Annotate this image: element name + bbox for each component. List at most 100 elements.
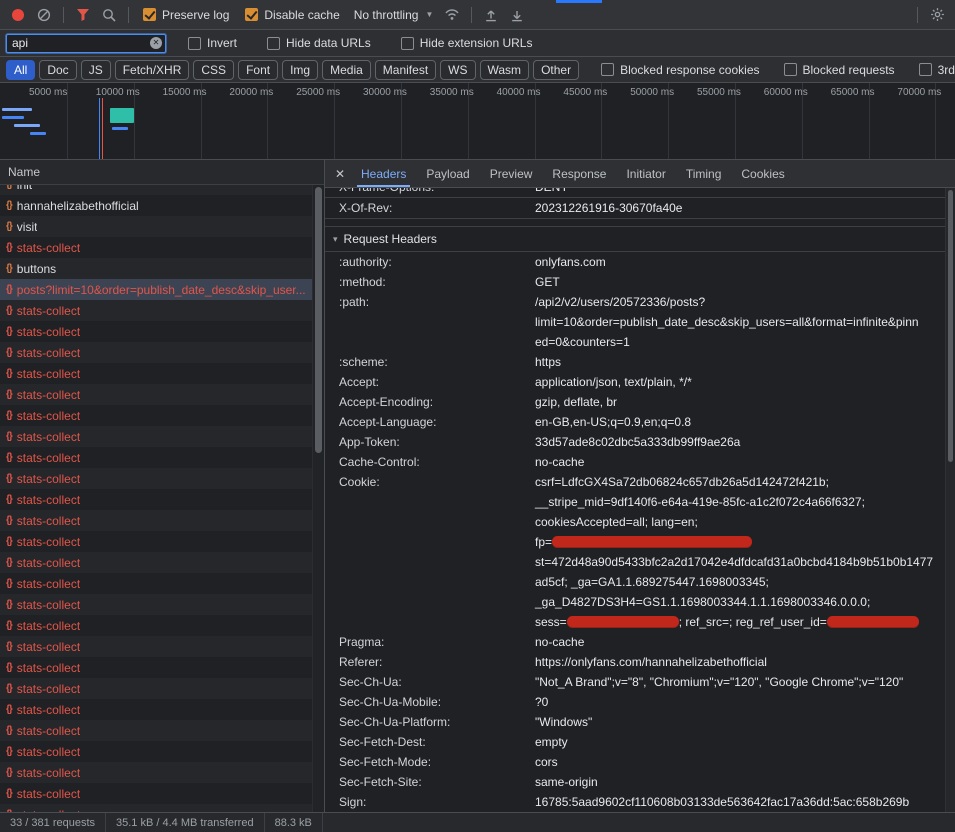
network-toolbar: Preserve log Disable cache No throttling … <box>0 0 955 30</box>
3rd-party-requests-checkbox[interactable]: 3rd-party requests <box>919 63 955 77</box>
filter-chip-css[interactable]: CSS <box>193 60 234 80</box>
filter-chip-ws[interactable]: WS <box>440 60 475 80</box>
request-row[interactable]: {}stats-collect <box>0 657 312 678</box>
filter-chip-js[interactable]: JS <box>81 60 111 80</box>
request-row[interactable]: {}stats-collect <box>0 678 312 699</box>
request-row[interactable]: {}stats-collect <box>0 237 312 258</box>
request-row[interactable]: {}posts?limit=10&order=publish_date_desc… <box>0 279 312 300</box>
filter-chip-media[interactable]: Media <box>322 60 371 80</box>
request-row[interactable]: {}stats-collect <box>0 384 312 405</box>
filter-chip-fetch-xhr[interactable]: Fetch/XHR <box>115 60 190 80</box>
header-value-text: ; ref_src=; reg_ref_user_id= <box>679 615 827 629</box>
request-row[interactable]: {}visit <box>0 216 312 237</box>
request-name: stats-collect <box>17 535 80 549</box>
request-row[interactable]: {}stats-collect <box>0 489 312 510</box>
request-row[interactable]: {}stats-collect <box>0 573 312 594</box>
filter-chip-all[interactable]: All <box>6 60 35 80</box>
filter-chip-doc[interactable]: Doc <box>39 60 76 80</box>
tab-response[interactable]: Response <box>542 160 616 187</box>
scrollbar-thumb[interactable] <box>315 187 322 453</box>
header-name: Sec-Ch-Ua-Platform: <box>339 712 535 732</box>
request-row[interactable]: {}stats-collect <box>0 531 312 552</box>
request-row[interactable]: {}stats-collect <box>0 342 312 363</box>
scrollbar-thumb[interactable] <box>948 190 953 462</box>
network-conditions-button[interactable] <box>439 2 465 28</box>
request-row[interactable]: {}stats-collect <box>0 699 312 720</box>
tab-cookies[interactable]: Cookies <box>731 160 794 187</box>
header-value-text: st=472d48a90d5433bfc2a2d17042e4dfdcafd31… <box>535 555 933 569</box>
details-scrollbar[interactable] <box>945 188 955 812</box>
blocked-requests-checkbox[interactable]: Blocked requests <box>784 63 895 77</box>
tab-payload[interactable]: Payload <box>416 160 479 187</box>
settings-button[interactable] <box>924 2 950 28</box>
preserve-log-checkbox[interactable]: Preserve log <box>143 8 229 22</box>
filter-button[interactable] <box>70 2 96 28</box>
disable-cache-checkbox[interactable]: Disable cache <box>245 8 339 22</box>
request-list-scrollbar[interactable] <box>312 185 324 812</box>
request-row[interactable]: {}stats-collect <box>0 615 312 636</box>
invert-checkbox[interactable]: Invert <box>188 36 237 50</box>
tab-headers[interactable]: Headers <box>351 160 416 187</box>
request-type-icon: {} <box>6 473 12 484</box>
blocked-response-cookies-checkbox[interactable]: Blocked response cookies <box>601 63 759 77</box>
header-value: same-origin <box>535 772 937 792</box>
details-tab-bar: ✕ HeadersPayloadPreviewResponseInitiator… <box>325 160 955 188</box>
tab-initiator[interactable]: Initiator <box>616 160 675 187</box>
request-row[interactable]: {}stats-collect <box>0 720 312 741</box>
request-row[interactable]: {}stats-collect <box>0 510 312 531</box>
header-name: :method: <box>339 272 535 292</box>
request-row[interactable]: {}stats-collect <box>0 636 312 657</box>
browser-activity-strip <box>556 0 602 3</box>
request-row[interactable]: {}stats-collect <box>0 405 312 426</box>
request-headers-section-header[interactable]: ▾ Request Headers <box>325 226 945 252</box>
request-row[interactable]: {}stats-collect <box>0 468 312 489</box>
request-row[interactable]: {}stats-collect <box>0 594 312 615</box>
filter-chip-wasm[interactable]: Wasm <box>480 60 530 80</box>
tab-preview[interactable]: Preview <box>480 160 543 187</box>
hide-extension-urls-checkbox[interactable]: Hide extension URLs <box>401 36 533 50</box>
request-row[interactable]: {}stats-collect <box>0 804 312 812</box>
checkbox-label: Disable cache <box>264 8 339 22</box>
request-type-icon: {} <box>6 725 12 736</box>
request-row[interactable]: {}stats-collect <box>0 321 312 342</box>
import-har-button[interactable] <box>478 2 504 28</box>
request-row[interactable]: {}stats-collect <box>0 783 312 804</box>
hide-data-urls-checkbox[interactable]: Hide data URLs <box>267 36 371 50</box>
filter-chip-img[interactable]: Img <box>282 60 318 80</box>
request-row[interactable]: {}buttons <box>0 258 312 279</box>
filter-chip-manifest[interactable]: Manifest <box>375 60 436 80</box>
request-name: hannahelizabethofficial <box>17 199 139 213</box>
request-type-icon: {} <box>6 767 12 778</box>
request-row[interactable]: {}stats-collect <box>0 363 312 384</box>
export-har-button[interactable] <box>504 2 530 28</box>
request-row[interactable]: {}stats-collect <box>0 762 312 783</box>
record-button[interactable] <box>5 2 31 28</box>
clear-button[interactable] <box>31 2 57 28</box>
request-details-panel: ✕ HeadersPayloadPreviewResponseInitiator… <box>325 160 955 812</box>
timeline-tick-label: 50000 ms <box>630 87 674 98</box>
request-name: init <box>17 185 32 192</box>
network-conditions-icon <box>444 8 460 21</box>
request-row[interactable]: {}stats-collect <box>0 426 312 447</box>
search-button[interactable] <box>96 2 122 28</box>
clear-filter-icon[interactable]: ✕ <box>150 37 162 49</box>
tab-timing[interactable]: Timing <box>676 160 732 187</box>
filter-chip-other[interactable]: Other <box>533 60 579 80</box>
request-row[interactable]: {}stats-collect <box>0 741 312 762</box>
request-row[interactable]: {}stats-collect <box>0 552 312 573</box>
filter-chip-font[interactable]: Font <box>238 60 278 80</box>
request-type-icon: {} <box>6 284 12 295</box>
request-rows: {}init{}hannahelizabethofficial{}visit{}… <box>0 185 312 812</box>
close-details-button[interactable]: ✕ <box>329 163 351 185</box>
request-name: stats-collect <box>17 661 80 675</box>
filter-input[interactable] <box>6 34 166 53</box>
checkbox-label: 3rd-party requests <box>938 63 955 77</box>
request-row[interactable]: {}stats-collect <box>0 300 312 321</box>
request-row[interactable]: {}hannahelizabethofficial <box>0 195 312 216</box>
throttling-select[interactable]: No throttling ▼ <box>348 6 440 24</box>
name-column-header[interactable]: Name <box>0 160 324 185</box>
network-overview-timeline[interactable]: 5000 ms10000 ms15000 ms20000 ms25000 ms3… <box>0 83 955 160</box>
request-row[interactable]: {}stats-collect <box>0 447 312 468</box>
header-name: X-Frame-Options: <box>339 188 535 197</box>
request-row[interactable]: {}init <box>0 185 312 195</box>
